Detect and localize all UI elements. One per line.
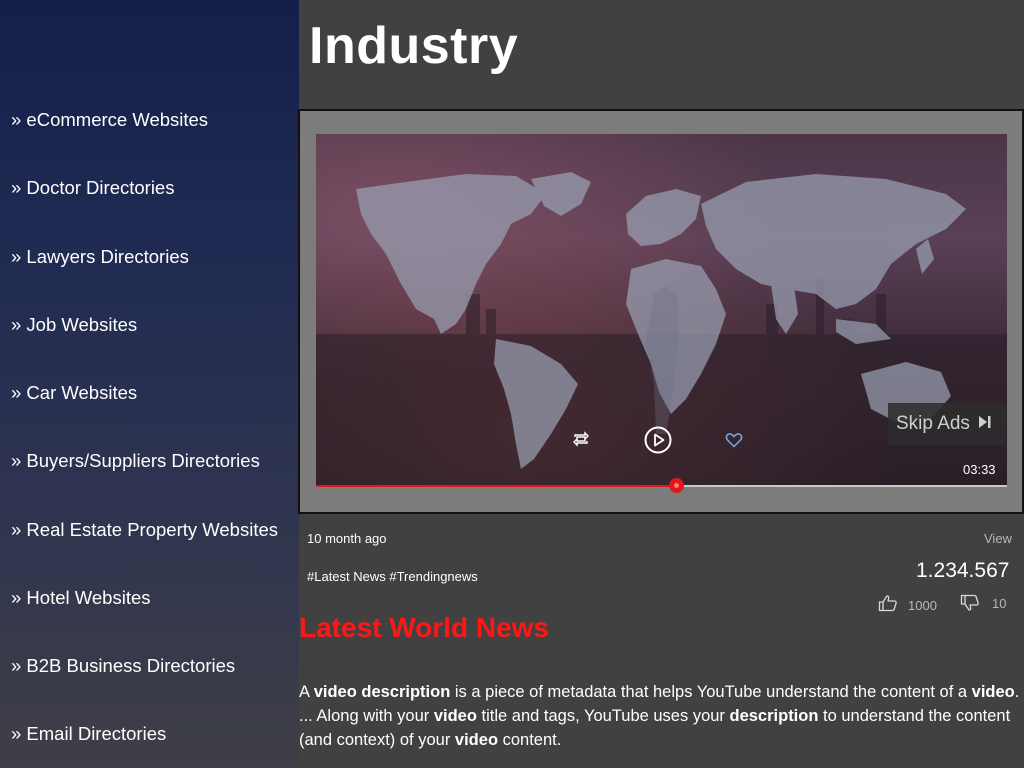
thumbs-down-icon xyxy=(960,594,980,617)
description-bold: description xyxy=(729,707,819,725)
sidebar-item-ecommerce-websites[interactable]: » eCommerce Websites xyxy=(11,109,208,131)
video-description: A video description is a piece of metada… xyxy=(299,680,1021,752)
sidebar-item-car-websites[interactable]: » Car Websites xyxy=(11,382,137,404)
skip-ads-button[interactable]: Skip Ads xyxy=(888,403,1006,445)
sidebar-item-lawyers-directories[interactable]: » Lawyers Directories xyxy=(11,246,189,268)
dislike-button[interactable]: 10 xyxy=(960,594,1006,617)
description-text: content. xyxy=(498,731,562,749)
description-bold: video xyxy=(433,707,477,725)
sidebar-item-doctor-directories[interactable]: » Doctor Directories xyxy=(11,177,174,199)
sidebar-item-job-websites[interactable]: » Job Websites xyxy=(11,314,137,336)
posted-time: 10 month ago xyxy=(307,531,387,546)
view-label: View xyxy=(984,531,1012,546)
description-text: is a piece of metadata that helps YouTub… xyxy=(450,683,972,701)
hashtags[interactable]: #Latest News #Trendingnews xyxy=(307,569,478,584)
progress-bar[interactable] xyxy=(316,478,1007,493)
sidebar-item-b2b-business-directories[interactable]: » B2B Business Directories xyxy=(11,655,235,677)
sidebar: » eCommerce Websites » Doctor Directorie… xyxy=(0,0,299,768)
description-text: title and tags, YouTube uses your xyxy=(476,707,730,725)
view-count: 1.234.567 xyxy=(916,559,1010,582)
like-button[interactable]: 1000 xyxy=(878,594,937,617)
description-bold: video xyxy=(971,683,1015,701)
progress-fill xyxy=(316,485,677,487)
page-title: Industry xyxy=(309,17,519,75)
heart-icon[interactable] xyxy=(725,432,743,453)
sidebar-item-hotel-websites[interactable]: » Hotel Websites xyxy=(11,587,151,609)
video-duration: 03:33 xyxy=(963,462,996,477)
sidebar-item-email-directories[interactable]: » Email Directories xyxy=(11,723,166,745)
sidebar-item-buyers-suppliers-directories[interactable]: » Buyers/Suppliers Directories xyxy=(11,450,260,472)
repeat-icon[interactable] xyxy=(571,430,591,453)
dislike-count: 10 xyxy=(992,596,1007,611)
skip-ads-label: Skip Ads xyxy=(896,413,970,434)
sidebar-item-real-estate-property-websites[interactable]: » Real Estate Property Websites xyxy=(11,519,278,541)
description-text: A xyxy=(299,683,314,701)
news-title: Latest World News xyxy=(299,612,549,643)
play-circle-icon[interactable] xyxy=(644,426,672,459)
description-bold: video description xyxy=(313,683,451,701)
like-count: 1000 xyxy=(908,598,937,613)
skip-next-icon xyxy=(978,415,992,434)
progress-knob[interactable] xyxy=(668,478,684,493)
thumbs-up-icon xyxy=(878,594,898,617)
description-bold: video xyxy=(454,731,499,749)
